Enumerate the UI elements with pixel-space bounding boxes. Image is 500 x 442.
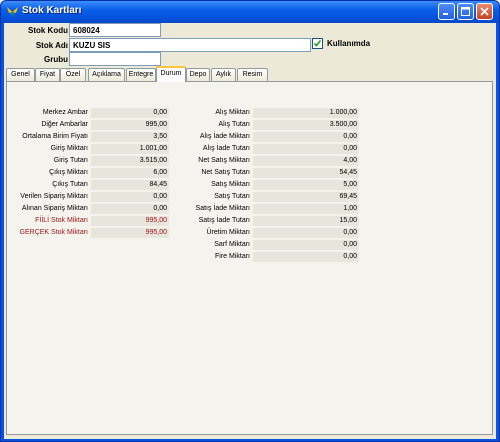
- cikis-tutari-value: 84,45: [91, 180, 169, 190]
- giris-miktari-label: Giriş Miktarı: [50, 145, 88, 152]
- merkez-ambar-value: 0,00: [91, 108, 169, 118]
- window-title: Stok Kartları: [22, 5, 82, 16]
- gercek-stok-miktari-label: GERÇEK Stok Miktarı: [19, 229, 88, 236]
- ortalama-birim-fiyati-label: Ortalama Birim Fiyatı: [22, 133, 88, 140]
- gercek-stok-miktari-value: 995,00: [91, 228, 169, 238]
- alinan-siparis-miktari-label: Alınan Sipariş Miktarı: [21, 205, 88, 212]
- butterfly-icon: [7, 7, 18, 17]
- alis-iade-miktari-value: 0,00: [253, 132, 359, 142]
- client-area: Stok Kodu 608024 Stok Adı KUZU SIS Kulla…: [4, 23, 496, 439]
- cikis-tutari-label: Çıkış Tutarı: [52, 181, 88, 188]
- stok-adi-field[interactable]: KUZU SIS: [69, 38, 311, 52]
- alis-miktari-label: Alış Miktarı: [215, 109, 250, 116]
- satis-iade-tutari-label: Satış İade Tutarı: [198, 217, 250, 224]
- fire-miktari-label: Fire Miktarı: [215, 253, 250, 260]
- satis-tutari-label: Satış Tutarı: [214, 193, 250, 200]
- close-button[interactable]: [476, 3, 493, 20]
- giris-tutari-label: Giriş Tutarı: [53, 157, 88, 164]
- net-satis-tutari-label: Net Satış Tutarı: [201, 169, 250, 176]
- alis-iade-tutari-value: 0,00: [253, 144, 359, 154]
- tab-ozel[interactable]: Özel: [60, 68, 86, 81]
- tab-durum[interactable]: Durum: [156, 66, 186, 82]
- kullanimda-label: Kullanımda: [327, 39, 371, 48]
- app-window: Stok Kartları Stok Kodu 608024 Stok Adı …: [0, 0, 500, 442]
- sarf-miktari-label: Sarf Miktarı: [214, 241, 250, 248]
- ortalama-birim-fiyati-value: 3,50: [91, 132, 169, 142]
- verilen-siparis-miktari-label: Verilen Sipariş Miktarı: [20, 193, 88, 200]
- close-icon: [480, 7, 489, 16]
- fiili-stok-miktari-label: FİİLİ Stok Miktarı: [35, 217, 88, 224]
- satis-tutari-value: 69,45: [253, 192, 359, 202]
- tab-aylik[interactable]: Aylık: [211, 68, 236, 81]
- alis-tutari-label: Alış Tutarı: [218, 121, 250, 128]
- tab-genel[interactable]: Genel: [6, 68, 35, 81]
- satis-iade-miktari-label: Satış İade Miktarı: [195, 205, 250, 212]
- giris-miktari-value: 1.001,00: [91, 144, 169, 154]
- satis-iade-miktari-value: 1,00: [253, 204, 359, 214]
- durum-panel: Merkez Ambar 0,00 Diğer Ambarlar 995,00 …: [6, 81, 493, 435]
- satis-iade-tutari-value: 15,00: [253, 216, 359, 226]
- net-satis-tutari-value: 54,45: [253, 168, 359, 178]
- alis-iade-tutari-label: Alış İade Tutarı: [202, 145, 250, 152]
- check-icon: [313, 40, 322, 47]
- sarf-miktari-value: 0,00: [253, 240, 359, 250]
- satis-miktari-label: Satış Miktarı: [211, 181, 250, 188]
- grubu-label: Grubu: [44, 55, 68, 64]
- maximize-icon: [461, 7, 470, 16]
- giris-tutari-value: 3.515,00: [91, 156, 169, 166]
- grubu-field[interactable]: [69, 52, 161, 66]
- fire-miktari-value: 0,00: [253, 252, 359, 262]
- tab-entegre[interactable]: Entegre: [126, 68, 156, 81]
- stok-adi-label: Stok Adı: [35, 41, 68, 50]
- alinan-siparis-miktari-value: 0,00: [91, 204, 169, 214]
- cikis-miktari-label: Çıkış Miktarı: [49, 169, 88, 176]
- net-satis-miktari-label: Net Satış Miktarı: [198, 157, 250, 164]
- stok-kodu-field[interactable]: 608024: [69, 23, 161, 37]
- tab-aciklama[interactable]: Açıklama: [88, 68, 125, 81]
- diger-ambarlar-value: 995,00: [91, 120, 169, 130]
- alis-iade-miktari-label: Alış İade Miktarı: [199, 133, 250, 140]
- uretim-miktari-label: Üretim Miktarı: [206, 229, 250, 236]
- kullanimda-checkbox[interactable]: [312, 38, 323, 49]
- tab-fiyat[interactable]: Fiyat: [35, 68, 60, 81]
- verilen-siparis-miktari-value: 0,00: [91, 192, 169, 202]
- diger-ambarlar-label: Diğer Ambarlar: [41, 121, 88, 128]
- title-bar[interactable]: Stok Kartları: [1, 1, 499, 23]
- satis-miktari-value: 5,00: [253, 180, 359, 190]
- cikis-miktari-value: 6,00: [91, 168, 169, 178]
- merkez-ambar-label: Merkez Ambar: [42, 109, 88, 116]
- tab-depo[interactable]: Depo: [186, 68, 210, 81]
- minimize-button[interactable]: [438, 3, 455, 20]
- uretim-miktari-value: 0,00: [253, 228, 359, 238]
- stok-kodu-label: Stok Kodu: [28, 26, 68, 35]
- net-satis-miktari-value: 4,00: [253, 156, 359, 166]
- minimize-icon: [443, 13, 448, 15]
- alis-tutari-value: 3.500,00: [253, 120, 359, 130]
- alis-miktari-value: 1.000,00: [253, 108, 359, 118]
- fiili-stok-miktari-value: 995,00: [91, 216, 169, 226]
- tab-resim[interactable]: Resim: [237, 68, 268, 81]
- maximize-button[interactable]: [457, 3, 474, 20]
